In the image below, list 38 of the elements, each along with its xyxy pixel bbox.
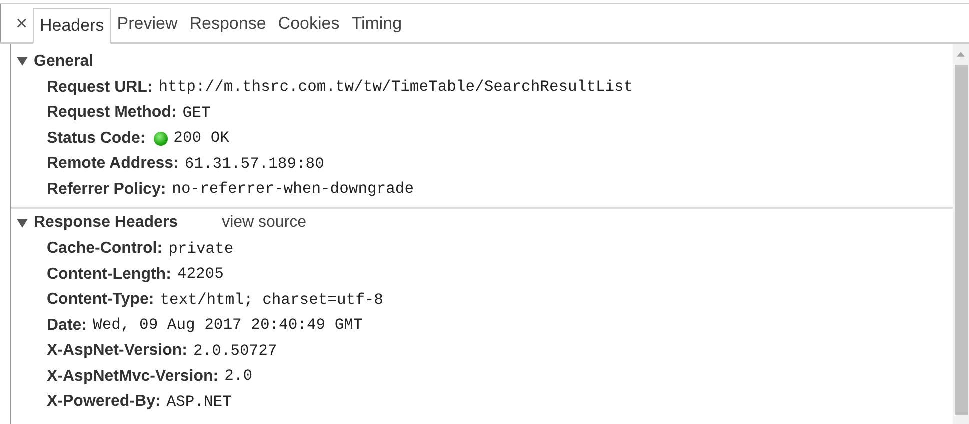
header-name: Request Method: bbox=[47, 103, 177, 124]
header-name: X-Powered-By: bbox=[47, 392, 161, 412]
header-name: Remote Address: bbox=[47, 154, 179, 174]
header-value: GET bbox=[182, 102, 211, 124]
close-button[interactable]: × bbox=[11, 6, 33, 42]
section-title: General bbox=[34, 52, 94, 72]
tab[interactable]: Timing bbox=[346, 6, 408, 42]
header-name: Content-Length: bbox=[47, 264, 172, 285]
header-value: private bbox=[168, 238, 234, 260]
tab[interactable]: Preview bbox=[111, 6, 184, 42]
tab[interactable]: Response bbox=[184, 6, 272, 42]
header-value: 61.31.57.189:80 bbox=[184, 154, 324, 175]
header-name: X-AspNet-Version: bbox=[47, 341, 188, 362]
header-name: Cache-Control: bbox=[47, 239, 163, 260]
tab[interactable]: Headers bbox=[33, 8, 112, 44]
collapse-triangle-icon[interactable] bbox=[17, 56, 29, 68]
header-value: 2.0.50727 bbox=[193, 340, 278, 362]
header-name: X-AspNetMvc-Version: bbox=[47, 366, 219, 387]
scrollbar-thumb[interactable] bbox=[954, 65, 968, 415]
section-title: Response Headers bbox=[34, 213, 178, 233]
header-value: 2.0 bbox=[224, 366, 252, 388]
header-value: http://m.thsrc.com.tw/tw/TimeTable/SearchResultList bbox=[158, 77, 634, 98]
scrollbar[interactable] bbox=[953, 44, 969, 424]
header-name: Request URL: bbox=[47, 78, 153, 98]
collapse-triangle-icon[interactable] bbox=[17, 217, 29, 229]
header-value: no-referrer-when-downgrade bbox=[172, 179, 414, 200]
header-value: 200 OK bbox=[174, 128, 230, 150]
tab[interactable]: Cookies bbox=[272, 6, 346, 42]
header-value: ASP.NET bbox=[166, 392, 232, 413]
header-value: text/html; charset=utf-8 bbox=[160, 290, 384, 311]
view-source-link[interactable]: view source bbox=[222, 211, 307, 235]
header-name: Status Code: bbox=[47, 128, 146, 149]
header-value: Wed, 09 Aug 2017 20:40:49 GMT bbox=[93, 315, 363, 336]
header-name: Date: bbox=[47, 316, 88, 336]
scroll-up-icon[interactable] bbox=[957, 52, 965, 57]
header-name: Content-Type: bbox=[47, 290, 154, 310]
header-value: 42205 bbox=[177, 264, 224, 286]
header-name: Referrer Policy: bbox=[47, 180, 166, 200]
